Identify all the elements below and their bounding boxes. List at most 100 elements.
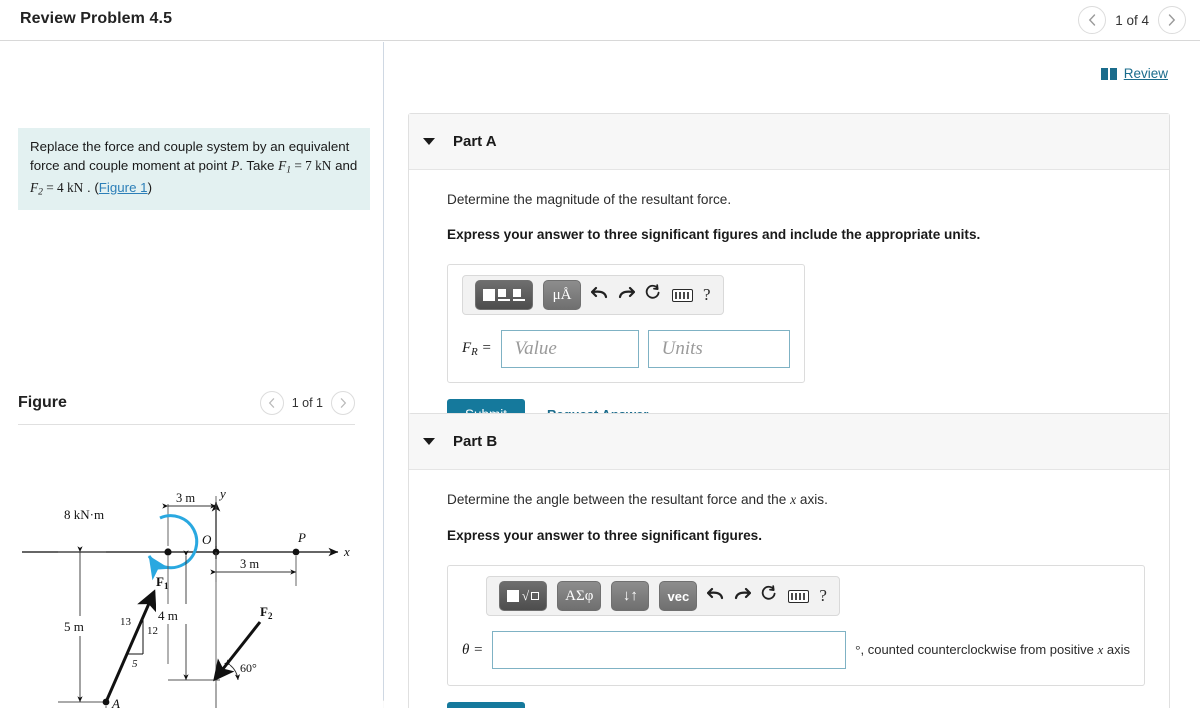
figure-pager-label: 1 of 1	[291, 396, 323, 410]
dim-top-label: 3 m	[176, 491, 195, 505]
right-panel: Review Part A Determine the magnitude of…	[384, 42, 1200, 708]
part-b-actions: Submit Request Answer	[447, 702, 1145, 708]
force-f1-label: F1	[156, 574, 169, 591]
y-axis-label: y	[218, 486, 226, 501]
figure-diagram[interactable]: x y O P 3 m 8 kN·m 3 m 5 m A F1 13 12 5 …	[8, 434, 378, 708]
part-b-question: Determine the angle between the resultan…	[447, 492, 828, 507]
slope-hypotenuse-label: 13	[120, 616, 132, 628]
part-a-math-toolbar: μÅ ?	[462, 275, 724, 315]
collapse-caret-icon[interactable]	[423, 138, 435, 145]
help-icon[interactable]: ?	[703, 285, 711, 305]
arrows-button[interactable]: ↓↑	[611, 581, 650, 611]
prompt-line-3c: )	[147, 179, 153, 195]
prev-problem-button[interactable]	[1078, 6, 1107, 34]
part-a-title: Part A	[453, 133, 497, 150]
redo-icon[interactable]	[734, 586, 752, 606]
point-p	[292, 548, 300, 556]
part-b-variable-label: θ =	[462, 641, 484, 658]
angle-unit-note: °, counted counterclockwise from positiv…	[855, 642, 1130, 657]
figure-header: Figure 1 of 1	[18, 388, 355, 426]
part-b-answer-widget: √ ΑΣφ ↓↑ vec ? θ = °, counted counterclo…	[447, 565, 1145, 686]
prompt-line-1: Replace the force and couple system by a…	[30, 139, 350, 154]
figure-pager: 1 of 1	[259, 391, 355, 415]
part-b-header[interactable]: Part B	[409, 414, 1169, 470]
slope-vertical-label: 12	[147, 625, 158, 637]
part-b-math-toolbar: √ ΑΣφ ↓↑ vec ?	[486, 576, 840, 616]
keyboard-icon[interactable]	[788, 589, 810, 603]
dim-left-label: 5 m	[64, 619, 84, 634]
origin-label: O	[202, 532, 212, 547]
angle-arc	[223, 659, 241, 681]
angle-input[interactable]	[492, 631, 847, 669]
problem-page: Review Problem 4.5 1 of 4 Replace the fo…	[0, 0, 1200, 708]
redo-icon[interactable]	[618, 285, 636, 305]
reset-icon[interactable]	[761, 585, 778, 607]
angle-label: 60°	[240, 661, 257, 675]
part-a-input-row: FR = Value Units	[462, 330, 790, 368]
problem-statement: Replace the force and couple system by a…	[18, 128, 370, 211]
page-title: Review Problem 4.5	[20, 10, 173, 27]
figure-divider	[18, 424, 355, 425]
point-p-label: P	[297, 530, 306, 545]
units-button[interactable]: μÅ	[543, 280, 581, 310]
units-input[interactable]: Units	[647, 330, 790, 368]
review-link[interactable]: Review	[1100, 66, 1168, 81]
part-b-body: Determine the angle between the resultan…	[409, 470, 1169, 708]
math-template-button[interactable]	[475, 280, 533, 310]
couple-moment-arrow	[147, 514, 199, 581]
vector-button[interactable]: vec	[659, 581, 698, 611]
dim-right-label: 3 m	[240, 557, 259, 571]
prompt-line-2a: force and couple moment at point	[30, 158, 232, 174]
part-a-instruction: Express your answer to three significant…	[447, 227, 981, 242]
couple-moment-label: 8 kN·m	[64, 507, 104, 522]
problem-pager-label: 1 of 4	[1115, 12, 1149, 28]
part-a-question: Determine the magnitude of the resultant…	[447, 192, 732, 207]
next-problem-button[interactable]	[1158, 6, 1186, 34]
left-panel: Replace the force and couple system by a…	[0, 42, 383, 708]
figure-title: Figure	[18, 394, 67, 411]
couple-point	[164, 548, 172, 556]
part-b-title: Part B	[453, 433, 498, 450]
prompt-line-2b: . Take	[239, 158, 279, 174]
dim-mid-label: 4 m	[158, 608, 178, 623]
prompt-point-p: P	[231, 158, 240, 174]
figure-1-link[interactable]: Figure 1	[99, 180, 148, 195]
undo-icon[interactable]	[590, 285, 608, 305]
keyboard-icon[interactable]	[672, 288, 693, 302]
math-template-button[interactable]: √	[499, 581, 548, 611]
submit-button[interactable]: Submit	[447, 702, 526, 708]
chevron-left-icon	[1089, 14, 1096, 26]
part-b-instruction: Express your answer to three significant…	[447, 528, 763, 543]
part-b-section: Part B Determine the angle between the r…	[408, 413, 1170, 708]
reset-icon[interactable]	[645, 284, 662, 306]
book-icon	[1100, 67, 1117, 80]
review-link-label: Review	[1123, 66, 1168, 81]
prompt-f2-symbol: F	[30, 179, 39, 195]
collapse-caret-icon[interactable]	[423, 438, 435, 445]
point-a-label: A	[111, 696, 120, 708]
force-f1-arrow	[104, 589, 157, 703]
prompt-line-3a: and	[335, 158, 358, 174]
help-icon[interactable]: ?	[819, 586, 827, 606]
prompt-line-3b: . (	[83, 179, 99, 195]
prompt-f2-value: = 4 kN	[42, 179, 84, 195]
prompt-f1-value: = 7 kN	[291, 158, 332, 174]
top-bar: Review Problem 4.5 1 of 4	[0, 0, 1200, 41]
figure-prev-button[interactable]	[259, 391, 284, 415]
slope-horizontal-label: 5	[132, 658, 138, 670]
free-body-diagram-svg: x y O P 3 m 8 kN·m 3 m 5 m A F1 13 12 5 …	[22, 486, 350, 708]
chevron-right-icon	[1168, 14, 1176, 26]
chevron-right-icon	[340, 398, 346, 408]
greek-button[interactable]: ΑΣφ	[557, 581, 602, 611]
part-a-variable-label: FR =	[462, 339, 492, 358]
part-a-body: Determine the magnitude of the resultant…	[409, 170, 1169, 449]
problem-pager: 1 of 4	[1078, 6, 1186, 34]
figure-next-button[interactable]	[331, 391, 355, 415]
x-axis-label: x	[343, 544, 350, 559]
part-a-answer-widget: μÅ ? FR = Value Units	[447, 264, 805, 383]
force-f2-label: F2	[260, 604, 273, 621]
value-input[interactable]: Value	[500, 330, 639, 368]
undo-icon[interactable]	[707, 586, 724, 606]
part-a-header[interactable]: Part A	[409, 114, 1169, 170]
part-b-input-row: θ = °, counted counterclockwise from pos…	[462, 631, 1130, 669]
